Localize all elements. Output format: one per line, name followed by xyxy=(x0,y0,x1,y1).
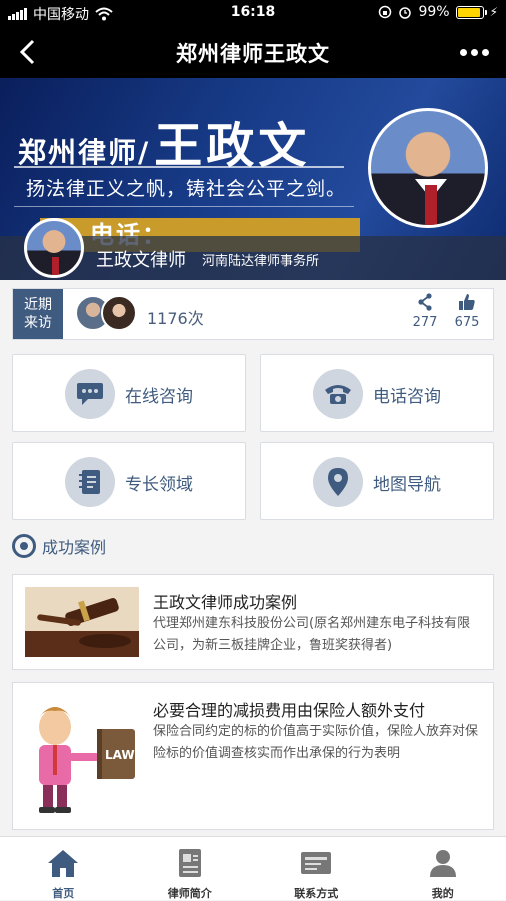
expertise-button[interactable]: 专长领域 xyxy=(12,442,246,520)
recent-visits-tag: 近期 来访 xyxy=(13,289,63,339)
tab-mine[interactable]: 我的 xyxy=(380,837,506,900)
case-title: 王政文律师成功案例 xyxy=(153,589,297,613)
rotation-lock-icon xyxy=(378,5,392,19)
lawyer-name: 王政文律师 xyxy=(96,246,186,272)
map-pin-icon xyxy=(327,467,349,497)
section-icon xyxy=(12,534,36,558)
page-title: 郑州律师王政文 xyxy=(60,38,446,68)
card-label: 专长领域 xyxy=(125,470,193,495)
law-book-badge: LAW xyxy=(105,748,135,762)
tab-home[interactable]: 首页 xyxy=(0,837,127,900)
share-button[interactable]: 277 xyxy=(405,293,445,330)
tag-line-2: 来访 xyxy=(13,314,63,332)
lawyer-photo xyxy=(368,108,488,228)
law-firm: 河南陆达律师事务所 xyxy=(202,250,319,269)
charging-icon: ⚡ xyxy=(490,5,498,19)
nav-bar: 郑州律师王政文 xyxy=(0,26,506,78)
chat-bubble-icon xyxy=(76,381,104,407)
card-label: 在线咨询 xyxy=(125,382,193,407)
contact-card-icon xyxy=(299,847,333,879)
section-title: 成功案例 xyxy=(12,534,106,558)
battery-icon xyxy=(456,6,484,19)
notebook-icon xyxy=(78,468,102,496)
case-title: 必要合理的减损费用由保险人额外支付 xyxy=(153,697,425,721)
status-bar: 中国移动 16:18 99% ⚡ xyxy=(0,0,506,26)
tab-lawyer-profile[interactable]: 律师简介 xyxy=(127,837,254,900)
chevron-left-icon xyxy=(18,38,38,66)
tab-bar: 首页 律师简介 联系方式 我的 xyxy=(0,836,506,900)
phone-consult-button[interactable]: 电话咨询 xyxy=(260,354,494,432)
online-consult-button[interactable]: 在线咨询 xyxy=(12,354,246,432)
visitor-avatar[interactable] xyxy=(101,295,137,331)
thumbs-up-icon xyxy=(458,293,476,311)
like-button[interactable]: 675 xyxy=(447,293,487,330)
phone-icon xyxy=(323,382,353,406)
profile-doc-icon xyxy=(173,847,207,879)
recent-visits: 近期 来访 1176次 277 675 xyxy=(12,288,494,340)
banner-title-prefix: 郑州律师/ xyxy=(18,136,150,169)
case-item[interactable]: LAW 必要合理的减损费用由保险人额外支付 保险合同约定的标的价值高于实际价值，… xyxy=(12,682,494,830)
section-title-label: 成功案例 xyxy=(42,534,106,558)
share-count: 277 xyxy=(413,315,438,330)
alarm-icon xyxy=(398,5,412,19)
avatar[interactable] xyxy=(24,218,84,278)
visit-count: 1176次 xyxy=(147,305,204,329)
tab-label: 联系方式 xyxy=(253,885,380,901)
like-count: 675 xyxy=(455,315,480,330)
more-dots-icon xyxy=(460,49,489,56)
case-desc: 代理郑州建东科技股份公司(原名郑州建东电子科技有限公司，为新三板挂牌企业，鲁班奖… xyxy=(153,613,481,657)
map-nav-button[interactable]: 地图导航 xyxy=(260,442,494,520)
case-item[interactable]: 王政文律师成功案例 代理郑州建东科技股份公司(原名郑州建东电子科技有限公司，为新… xyxy=(12,574,494,670)
banner-slogan: 扬法律正义之帆，铸社会公平之剑。 xyxy=(26,174,346,201)
tag-line-1: 近期 xyxy=(13,296,63,314)
back-button[interactable] xyxy=(10,34,46,70)
home-icon xyxy=(46,847,80,879)
user-icon xyxy=(426,847,460,879)
tab-label: 我的 xyxy=(380,885,506,901)
tab-contact[interactable]: 联系方式 xyxy=(253,837,380,900)
card-label: 地图导航 xyxy=(373,470,441,495)
more-button[interactable] xyxy=(454,38,494,66)
gavel-image xyxy=(25,587,139,657)
share-icon xyxy=(417,293,433,311)
tab-label: 首页 xyxy=(0,885,127,901)
battery-percent: 99% xyxy=(418,4,449,20)
case-desc: 保险合同约定的标的价值高于实际价值，保险人放弃对保险标的价值调查核实而作出承保的… xyxy=(153,721,481,765)
card-label: 电话咨询 xyxy=(373,382,441,407)
tab-label: 律师简介 xyxy=(127,885,254,901)
lawyer-cartoon-image: LAW xyxy=(25,693,143,819)
